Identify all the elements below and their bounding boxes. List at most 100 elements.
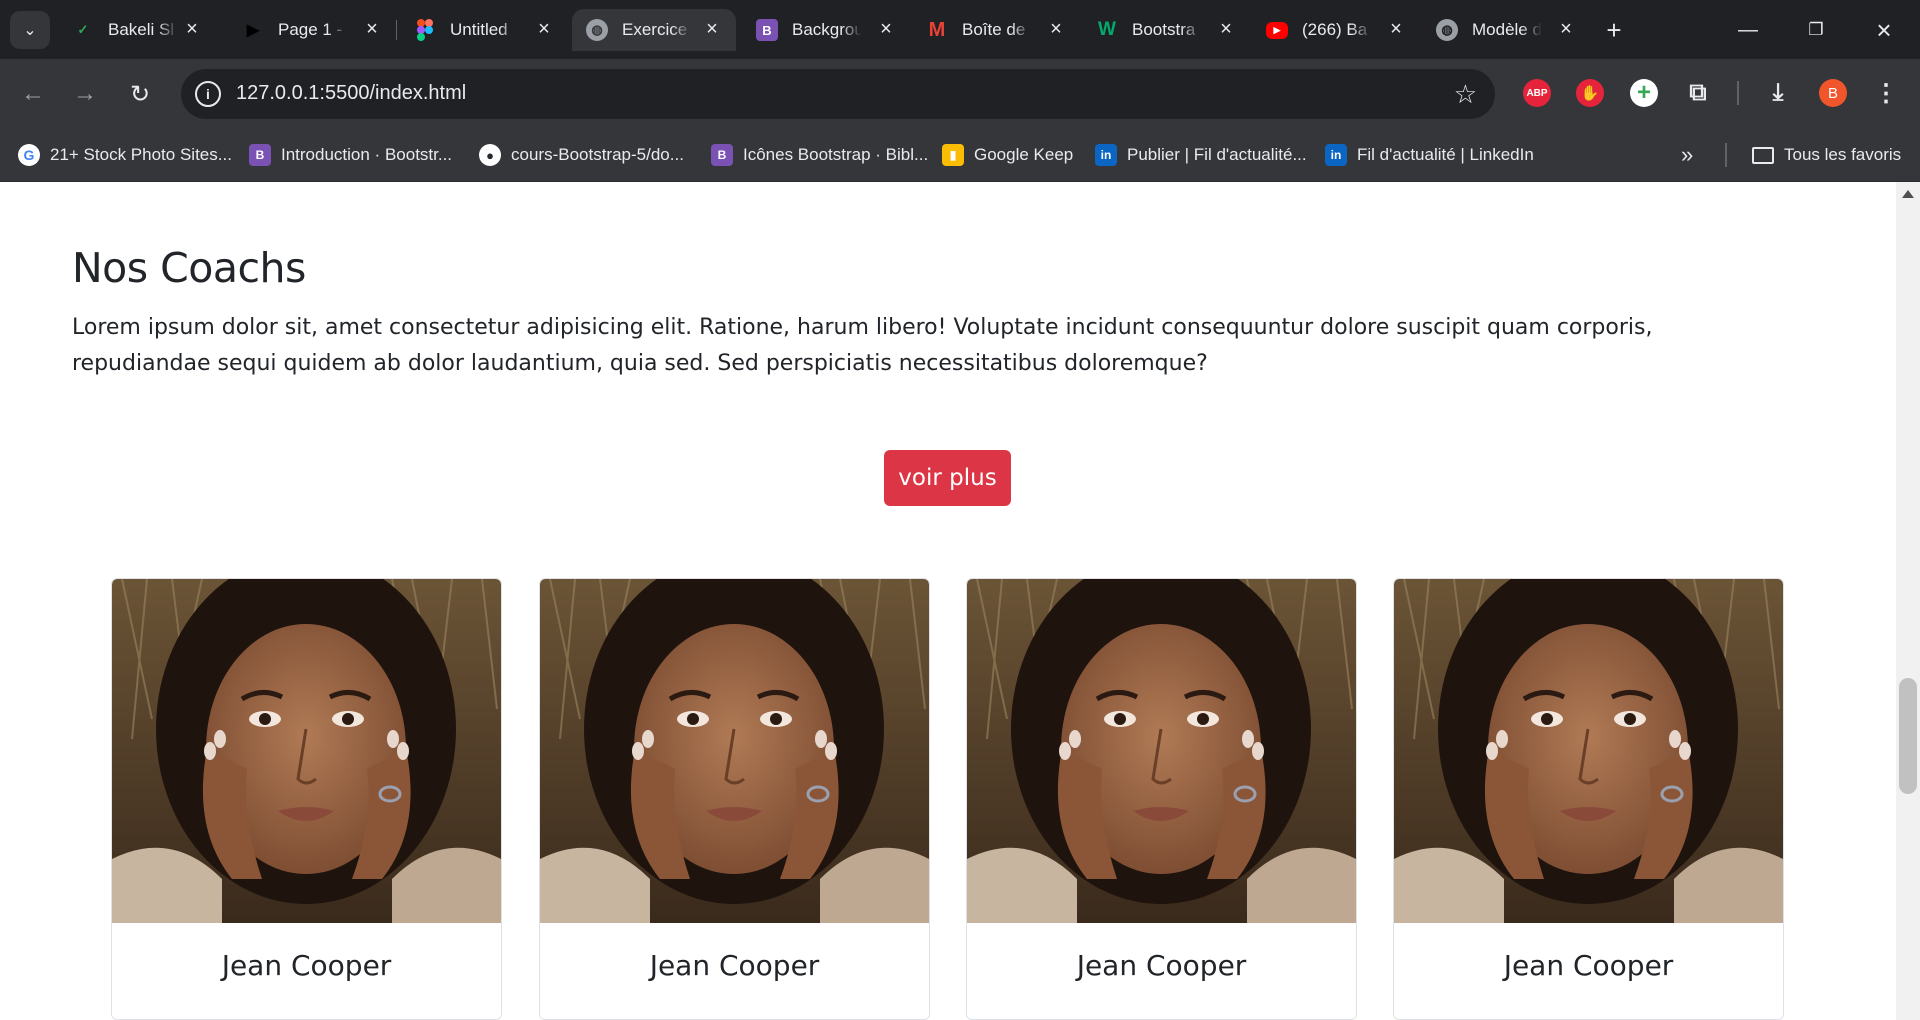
double-chevron-right-icon: » (1681, 142, 1694, 167)
bookmark-label: Introduction · Bootstr... (281, 145, 453, 164)
bookmark-star-icon[interactable]: ☆ (1454, 79, 1477, 110)
bookmark-item[interactable]: ▮ Google Keep (942, 141, 1073, 169)
bakeli-icon: ✓ (77, 22, 89, 37)
close-icon[interactable]: × (180, 17, 204, 41)
section-description: Lorem ipsum dolor sit, amet consectetur … (72, 315, 1653, 376)
tab-search-button[interactable]: ⌄ (10, 11, 50, 49)
bookmarks-bar: G 21+ Stock Photo Sites... B Introductio… (0, 128, 1920, 182)
close-icon[interactable]: × (1384, 17, 1408, 41)
extensions-puzzle-icon[interactable]: ⧉ (1684, 79, 1712, 107)
adblock-plus-icon[interactable]: ABP (1523, 79, 1551, 107)
bookmark-label: cours-Bootstrap-5/do... (511, 145, 684, 164)
close-icon[interactable]: × (700, 17, 724, 41)
adblock-icon[interactable]: ✋ (1576, 79, 1604, 107)
close-icon[interactable]: × (360, 17, 384, 41)
bootstrap-icon: B (249, 144, 271, 166)
bookmark-item[interactable]: G 21+ Stock Photo Sites... (18, 141, 232, 169)
tab-title: Bakeli Sl (108, 20, 175, 39)
tab-modele[interactable]: ◍ Modèle d × (1422, 9, 1590, 51)
folder-icon (1752, 146, 1774, 164)
restore-button[interactable]: ❐ (1800, 14, 1832, 46)
reload-button[interactable]: ↻ (121, 75, 159, 113)
coach-photo (967, 579, 1356, 923)
add-extension-icon[interactable]: + (1630, 79, 1658, 107)
download-icon[interactable]: ⤓ (1764, 79, 1792, 107)
coach-card: Jean Cooper (966, 578, 1357, 1020)
tab-bakeli[interactable]: ✓ Bakeli Sl × (58, 9, 216, 51)
bootstrap-icon: B (711, 144, 733, 166)
linkedin-icon: in (1095, 144, 1117, 166)
bookmark-item[interactable]: in Publier | Fil d'actualité... (1095, 141, 1307, 169)
play-icon: ▶ (246, 22, 260, 39)
tab-background[interactable]: B Backgrou × (742, 9, 910, 51)
tab-exercice-active[interactable]: ◍ Exercice × (572, 9, 736, 51)
coach-name: Jean Cooper (649, 949, 820, 982)
kebab-menu-icon[interactable]: ⋮ (1872, 79, 1900, 107)
url-text[interactable]: 127.0.0.1:5500/index.html (236, 82, 466, 105)
tab-title: Exercice (622, 20, 688, 39)
section-heading: Nos Coachs (72, 244, 306, 292)
chevron-down-icon: ⌄ (23, 22, 37, 39)
tab-w3schools[interactable]: W Bootstra × (1082, 9, 1250, 51)
address-bar[interactable]: i 127.0.0.1:5500/index.html ☆ (181, 69, 1495, 119)
coach-name: Jean Cooper (1503, 949, 1674, 982)
minimize-button[interactable]: — (1732, 14, 1764, 46)
arrow-right-icon: → (73, 80, 97, 107)
google-icon: G (18, 144, 40, 166)
bookmark-label: Fil d'actualité | LinkedIn (1357, 145, 1534, 164)
browser-tab-strip: ⌄ ✓ Bakeli Sl × ▶ Page 1 - × Untitled × … (0, 0, 1920, 59)
voir-plus-button[interactable]: voir plus (884, 450, 1011, 506)
tab-untitled[interactable]: Untitled × (400, 9, 568, 51)
tab-title: Page 1 - (278, 20, 343, 39)
bookmarks-divider (1725, 143, 1727, 167)
tab-youtube[interactable]: ▶ (266) Ba × (1252, 9, 1420, 51)
bookmark-label: Icônes Bootstrap · Bibl... (743, 145, 929, 164)
arrow-left-icon: ← (21, 80, 45, 107)
site-info-icon[interactable]: i (195, 81, 221, 107)
coach-name: Jean Cooper (221, 949, 392, 982)
tab-page1[interactable]: ▶ Page 1 - × (228, 9, 396, 51)
coach-photo (540, 579, 929, 923)
w3-icon: W (1098, 19, 1116, 40)
tab-divider (396, 20, 397, 40)
back-button[interactable]: ← (14, 75, 52, 113)
more-bookmarks-button[interactable]: » (1681, 141, 1693, 169)
new-tab-button[interactable]: + (1598, 14, 1630, 46)
github-icon: ● (479, 144, 501, 166)
coach-card: Jean Cooper (539, 578, 930, 1020)
keep-icon: ▮ (942, 144, 964, 166)
bookmark-item[interactable]: ● cours-Bootstrap-5/do... (479, 141, 684, 169)
bootstrap-icon: B (756, 19, 778, 41)
close-icon[interactable]: × (1214, 17, 1238, 41)
tab-gmail[interactable]: M Boîte de × (912, 9, 1080, 51)
reload-icon: ↻ (129, 80, 151, 108)
all-bookmarks-button[interactable]: Tous les favoris (1752, 141, 1901, 169)
scroll-up-arrow-icon[interactable] (1902, 190, 1914, 198)
coach-name: Jean Cooper (1076, 949, 1247, 982)
coach-card: Jean Cooper (111, 578, 502, 1020)
close-icon[interactable]: × (532, 17, 556, 41)
tab-title: Bootstra (1132, 20, 1196, 39)
forward-button[interactable]: → (66, 75, 104, 113)
scrollbar-thumb[interactable] (1899, 678, 1917, 794)
youtube-icon: ▶ (1266, 21, 1288, 39)
globe-icon: ◍ (586, 19, 608, 41)
bookmark-label: Google Keep (974, 145, 1074, 164)
bookmark-label: Publier | Fil d'actualité... (1127, 145, 1307, 164)
browser-toolbar: ← → ↻ i 127.0.0.1:5500/index.html ☆ ABP … (0, 59, 1920, 128)
tab-title: Backgrou (792, 20, 862, 39)
bookmark-item[interactable]: in Fil d'actualité | LinkedIn (1325, 141, 1534, 169)
profile-avatar[interactable]: B (1819, 79, 1847, 107)
linkedin-icon: in (1325, 144, 1347, 166)
tab-title: (266) Ba (1302, 20, 1368, 39)
bookmark-item[interactable]: B Introduction · Bootstr... (249, 141, 452, 169)
close-icon[interactable]: × (1044, 17, 1068, 41)
tab-title: Boîte de (962, 20, 1026, 39)
all-bookmarks-label: Tous les favoris (1784, 145, 1902, 164)
close-icon[interactable]: × (874, 17, 898, 41)
close-icon[interactable]: × (1554, 17, 1578, 41)
vertical-scrollbar[interactable] (1896, 182, 1920, 1020)
bookmark-item[interactable]: B Icônes Bootstrap · Bibl... (711, 141, 928, 169)
window-close-button[interactable]: × (1868, 14, 1900, 46)
gmail-icon: M (928, 18, 946, 41)
